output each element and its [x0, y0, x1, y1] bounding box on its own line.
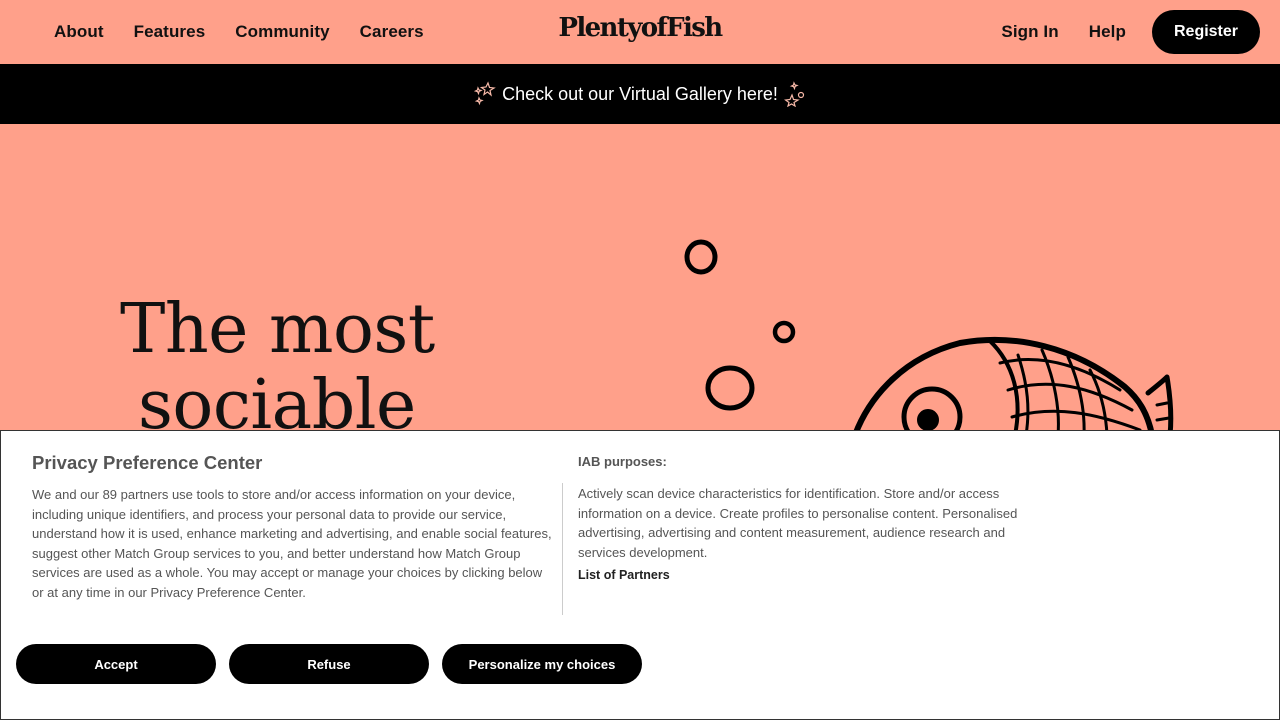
top-nav: About Features Community Careers Plentyo…: [0, 0, 1280, 64]
sparkle-icon: [783, 81, 805, 107]
list-of-partners-link[interactable]: List of Partners: [578, 568, 670, 582]
nav-link-features[interactable]: Features: [134, 22, 206, 42]
account-nav: Sign In Help Register: [1001, 0, 1260, 64]
sign-in-link[interactable]: Sign In: [1001, 22, 1058, 42]
hero-title: The most sociable: [120, 292, 435, 444]
iab-purposes-heading: IAB purposes:: [578, 454, 667, 469]
fish-illustration: [684, 239, 1174, 435]
personalize-choices-button[interactable]: Personalize my choices: [442, 644, 642, 684]
site-logo[interactable]: PlentyofFish: [558, 13, 723, 43]
accept-button[interactable]: Accept: [16, 644, 216, 684]
nav-link-about[interactable]: About: [54, 22, 104, 42]
hero-title-line-1: The most: [120, 290, 435, 369]
primary-nav: About Features Community Careers: [54, 0, 424, 64]
refuse-button[interactable]: Refuse: [229, 644, 429, 684]
help-link[interactable]: Help: [1089, 22, 1126, 42]
nav-link-careers[interactable]: Careers: [360, 22, 424, 42]
iab-purposes-description: Actively scan device characteristics for…: [578, 486, 1018, 560]
privacy-title: Privacy Preference Center: [32, 452, 263, 473]
announcement-banner: Check out our Virtual Gallery here!: [0, 64, 1280, 124]
nav-link-community[interactable]: Community: [235, 22, 329, 42]
sparkle-icon: [474, 81, 496, 106]
virtual-gallery-link[interactable]: Check out our Virtual Gallery here!: [502, 84, 778, 105]
privacy-description: We and our 89 partners use tools to stor…: [32, 487, 552, 600]
privacy-preference-center: Privacy Preference Center We and our 89 …: [0, 430, 1280, 720]
vertical-divider: [562, 483, 563, 615]
register-button[interactable]: Register: [1152, 10, 1260, 54]
